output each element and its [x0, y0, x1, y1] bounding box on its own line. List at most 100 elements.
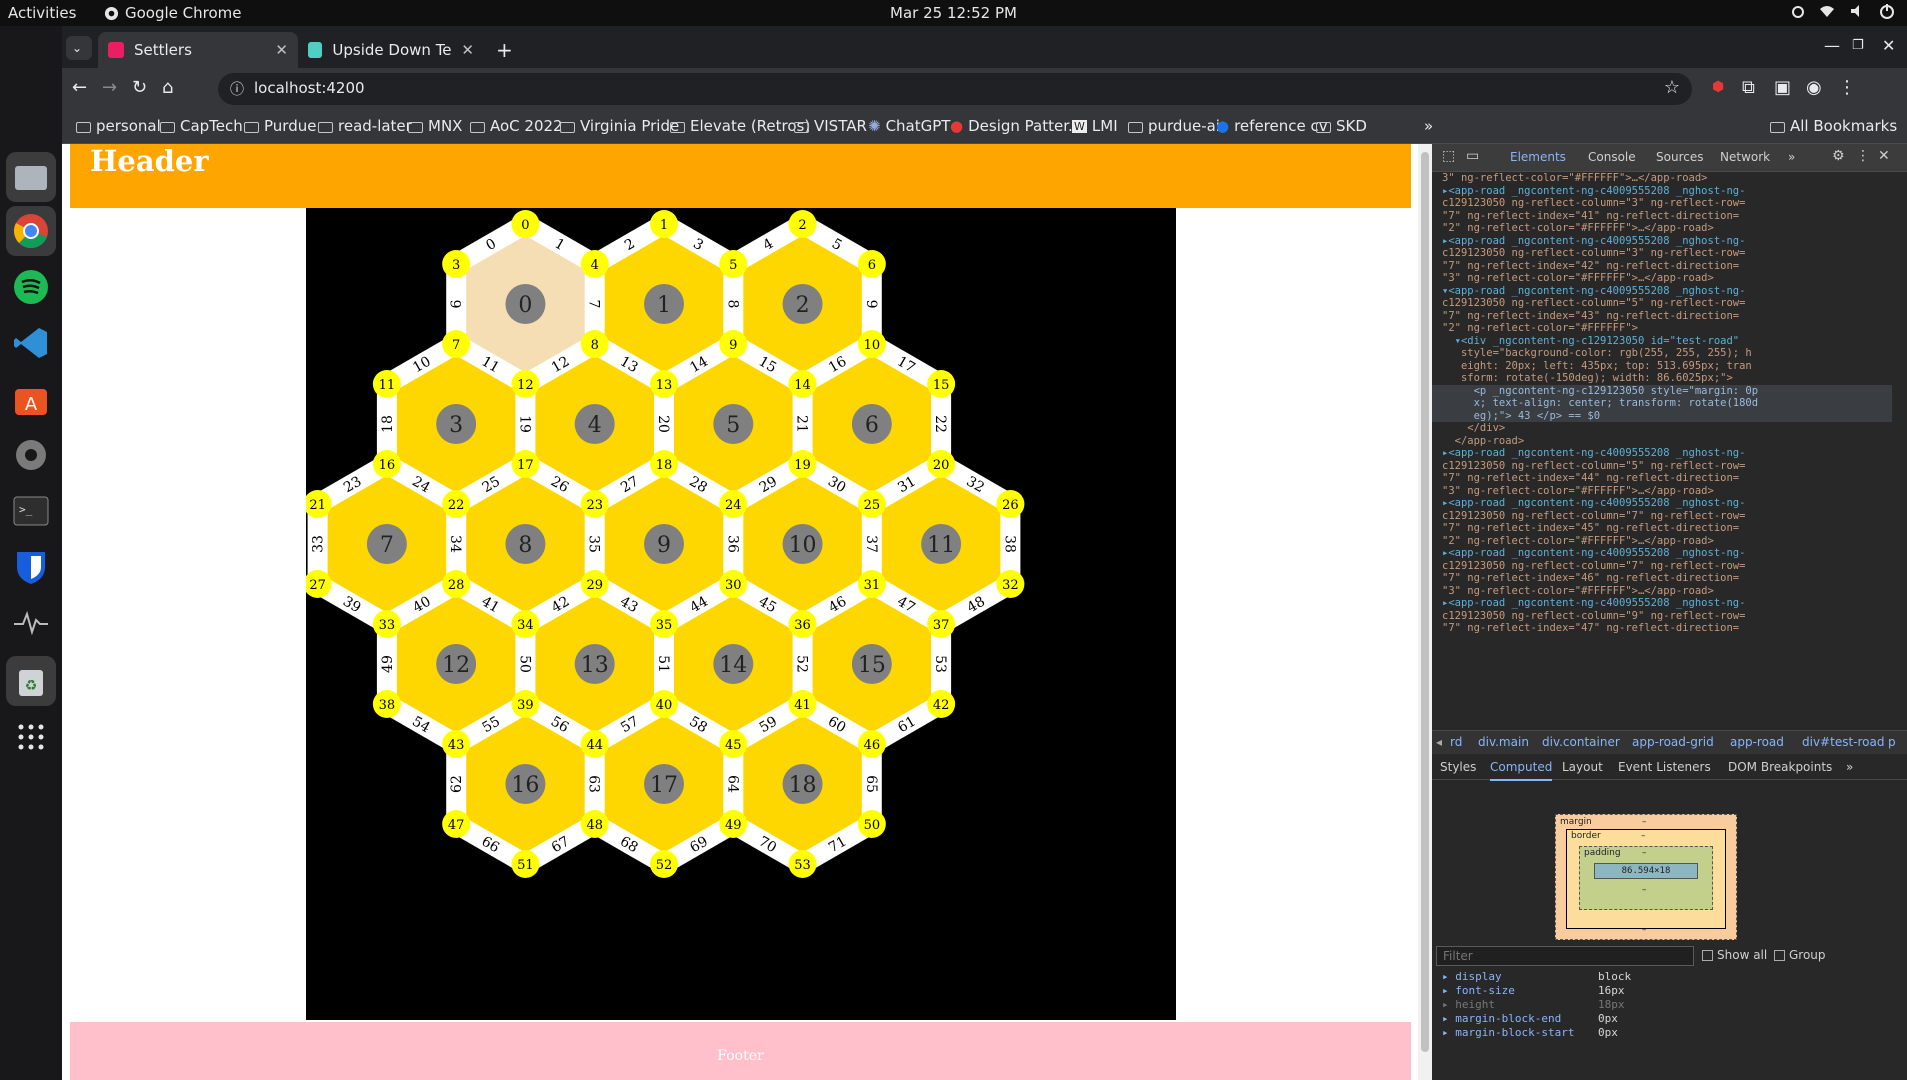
breadcrumb-item[interactable]: p	[1888, 735, 1896, 749]
bookmark-lmi[interactable]: W LMI	[1072, 117, 1118, 135]
dom-line[interactable]: <p _ngcontent-ng-c129123050 style="margi…	[1432, 384, 1892, 397]
dom-line[interactable]: eg);"> 43 </p> == $0	[1432, 409, 1892, 422]
terminal-icon[interactable]: >_	[6, 486, 56, 536]
dom-line[interactable]: "3" ng-reflect-color="#FFFFFF">…</app-ro…	[1432, 485, 1892, 498]
system-tray[interactable]	[1791, 3, 1895, 19]
breadcrumb-left-icon[interactable]: ◂	[1436, 735, 1442, 749]
dom-line[interactable]: c129123050 ng-reflect-column="3" ng-refl…	[1432, 247, 1892, 260]
minimize-icon[interactable]: —	[1824, 36, 1840, 55]
close-devtools-icon[interactable]: ✕	[1878, 148, 1890, 164]
dom-line[interactable]: "7" ng-reflect-index="43" ng-reflect-dir…	[1432, 310, 1892, 323]
trash-icon[interactable]: ♻	[6, 656, 56, 706]
subtab-styles[interactable]: Styles	[1440, 760, 1476, 774]
dom-line[interactable]: c129123050 ng-reflect-column="5" ng-refl…	[1432, 460, 1892, 473]
bookmark-virginia-pride[interactable]: Virginia Pride	[560, 117, 679, 135]
dom-line[interactable]: sform: rotate(-150deg); width: 86.6025px…	[1432, 372, 1892, 385]
side-panel-icon[interactable]: ▣	[1774, 77, 1791, 98]
bookmark-purdue-ai[interactable]: purdue-ai	[1128, 117, 1220, 135]
dom-line[interactable]: x; text-align: center; transform: rotate…	[1432, 397, 1892, 410]
dom-line[interactable]: "3" ng-reflect-color="#FFFFFF">…</app-ro…	[1432, 272, 1892, 285]
bookmark-star-icon[interactable]: ☆	[1664, 77, 1680, 98]
vscode-icon[interactable]	[6, 318, 56, 368]
dom-line[interactable]: "7" ng-reflect-index="41" ng-reflect-dir…	[1432, 210, 1892, 223]
tab-settlers[interactable]: Settlers ✕	[98, 32, 298, 68]
avatar[interactable]: ◉	[1806, 77, 1822, 98]
breadcrumb-item[interactable]: app-road	[1730, 735, 1784, 749]
bookmark-skd[interactable]: SKD	[1316, 117, 1367, 135]
subtab-layout[interactable]: Layout	[1562, 760, 1603, 774]
device-toolbar-icon[interactable]: ▭	[1466, 148, 1479, 164]
dom-line[interactable]: c129123050 ng-reflect-column="5" ng-refl…	[1432, 297, 1892, 310]
dom-line[interactable]: "7" ng-reflect-index="44" ng-reflect-dir…	[1432, 472, 1892, 485]
bookmark-reference-cv[interactable]: ● reference cv	[1216, 117, 1328, 135]
computed-filter-input[interactable]	[1436, 946, 1694, 966]
address-bar[interactable]: ⓘ localhost:4200 ☆	[218, 73, 1692, 105]
devtools-menu-icon[interactable]: ⋮	[1856, 148, 1870, 164]
dom-line[interactable]: "7" ng-reflect-index="47" ng-reflect-dir…	[1432, 622, 1892, 635]
bookmark-aoc-2022[interactable]: AoC 2022	[470, 117, 563, 135]
tab-upside-down-text[interactable]: Upside Down Text | Emw ✕	[298, 32, 484, 68]
close-tab-icon[interactable]: ✕	[461, 41, 474, 59]
dom-line[interactable]: "7" ng-reflect-index="42" ng-reflect-dir…	[1432, 260, 1892, 273]
dom-line[interactable]: ▸<app-road _ngcontent-ng-c4009555208 _ng…	[1432, 597, 1892, 610]
breadcrumb-item[interactable]: app-road-grid	[1632, 735, 1714, 749]
extensions-icon[interactable]: ⧉	[1742, 77, 1755, 98]
dom-line[interactable]: c129123050 ng-reflect-column="3" ng-refl…	[1432, 197, 1892, 210]
bitwarden-icon[interactable]	[6, 542, 56, 592]
chrome-dock-icon[interactable]	[6, 206, 56, 256]
dom-line[interactable]: ▸<app-road _ngcontent-ng-c4009555208 _ng…	[1432, 235, 1892, 248]
files-icon[interactable]	[6, 152, 56, 202]
dom-line[interactable]: ▸<app-road _ngcontent-ng-c4009555208 _ng…	[1432, 185, 1892, 198]
dom-line[interactable]: c129123050 ng-reflect-column="7" ng-refl…	[1432, 510, 1892, 523]
bookmark-chatgpt[interactable]: ✺ ChatGPT	[868, 117, 950, 135]
show-all-checkbox[interactable]: Show all	[1702, 948, 1767, 962]
bookmark-purdue[interactable]: Purdue	[244, 117, 316, 135]
close-window-icon[interactable]: ✕	[1882, 36, 1895, 55]
new-tab-button[interactable]: +	[486, 32, 516, 68]
maximize-icon[interactable]: ❐	[1852, 38, 1864, 53]
site-info-icon[interactable]: ⓘ	[230, 79, 244, 99]
ublock-icon[interactable]: ⬢	[1712, 79, 1724, 95]
dom-line[interactable]: "2" ng-reflect-color="#FFFFFF">…</app-ro…	[1432, 535, 1892, 548]
breadcrumb-item[interactable]: div.container	[1542, 735, 1620, 749]
more-tabs-button[interactable]: »	[1788, 150, 1795, 164]
bookmark-mnx[interactable]: MNX	[408, 117, 462, 135]
dom-line[interactable]: </div>	[1432, 422, 1892, 435]
dom-line[interactable]: "7" ng-reflect-index="46" ng-reflect-dir…	[1432, 572, 1892, 585]
tab-sources[interactable]: Sources	[1656, 150, 1703, 164]
tab-elements[interactable]: Elements	[1510, 150, 1566, 164]
activities-button[interactable]: Activities	[8, 4, 76, 22]
dom-line[interactable]: ▾<div _ngcontent-ng-c129123050 id="test-…	[1432, 335, 1892, 348]
breadcrumb-item[interactable]: rd	[1450, 735, 1462, 749]
tab-search-button[interactable]: ⌄	[66, 36, 92, 60]
breadcrumb-item[interactable]: div.main	[1478, 735, 1529, 749]
subtab-computed[interactable]: Computed	[1490, 760, 1553, 781]
dom-line[interactable]: "2" ng-reflect-color="#FFFFFF">	[1432, 322, 1892, 335]
subtabs-overflow-button[interactable]: »	[1846, 760, 1853, 774]
dom-line[interactable]: ▸<app-road _ngcontent-ng-c4009555208 _ng…	[1432, 447, 1892, 460]
settings-icon[interactable]	[6, 430, 56, 480]
dom-line[interactable]: style="background-color: rgb(255, 255, 2…	[1432, 347, 1892, 360]
dom-line[interactable]: c129123050 ng-reflect-column="7" ng-refl…	[1432, 560, 1892, 573]
bookmark-vistar[interactable]: VISTAR	[794, 117, 867, 135]
back-icon[interactable]: ←	[72, 77, 87, 98]
forward-icon[interactable]: →	[102, 77, 117, 98]
dom-line[interactable]: 3" ng-reflect-color="#FFFFFF">…</app-roa…	[1432, 172, 1892, 185]
bookmark-personal[interactable]: personal	[76, 117, 161, 135]
scrollbar-thumb[interactable]	[1421, 152, 1429, 1052]
app-center-icon[interactable]: A	[6, 374, 56, 424]
inspect-element-icon[interactable]: ⬚	[1442, 148, 1455, 164]
bookmark-read-later[interactable]: read-later	[318, 117, 412, 135]
dom-line[interactable]: </app-road>	[1432, 435, 1892, 448]
reload-icon[interactable]: ↻	[132, 77, 147, 98]
bookmark-design-patterns[interactable]: ● Design Patter...	[950, 117, 1082, 135]
bookmark-elevate[interactable]: Elevate (Retros)	[670, 117, 810, 135]
close-tab-icon[interactable]: ✕	[275, 41, 288, 59]
bookmark-captech[interactable]: CapTech	[160, 117, 243, 135]
dom-line[interactable]: ▸<app-road _ngcontent-ng-c4009555208 _ng…	[1432, 497, 1892, 510]
bookmarks-overflow-button[interactable]: »	[1424, 117, 1433, 135]
subtab-event-listeners[interactable]: Event Listeners	[1618, 760, 1711, 774]
dom-line[interactable]: ▸<app-road _ngcontent-ng-c4009555208 _ng…	[1432, 547, 1892, 560]
dom-line[interactable]: c129123050 ng-reflect-column="9" ng-refl…	[1432, 610, 1892, 623]
system-monitor-icon[interactable]	[6, 598, 56, 648]
